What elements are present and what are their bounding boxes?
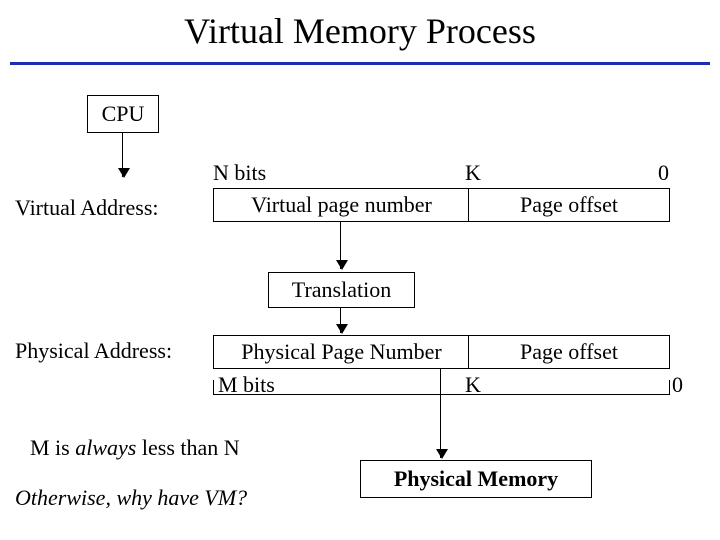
page-offset-box-top: Page offset xyxy=(468,188,670,222)
arrow-ppn-to-physmem xyxy=(440,368,441,458)
diagram-stage: Virtual Memory Process CPU Virtual Addre… xyxy=(0,0,720,540)
physical-memory-box: Physical Memory xyxy=(360,460,592,498)
physical-memory-text: Physical Memory xyxy=(394,466,558,492)
note-line-1: M is always less than N xyxy=(30,435,240,461)
vpn-box: Virtual page number xyxy=(213,188,470,222)
vpn-text: Virtual page number xyxy=(251,192,432,218)
translation-text: Translation xyxy=(292,277,391,303)
zero-bottom-label: 0 xyxy=(672,372,683,398)
cpu-box: CPU xyxy=(87,95,159,133)
note-line-2: Otherwise, why have VM? xyxy=(15,485,247,511)
page-offset-box-bottom: Page offset xyxy=(468,335,670,369)
ppn-box: Physical Page Number xyxy=(213,335,470,369)
translation-box: Translation xyxy=(268,272,415,308)
zero-top-label: 0 xyxy=(658,160,669,186)
m-bits-label: M bits xyxy=(218,372,275,398)
arrow-cpu-to-va xyxy=(122,132,123,177)
arrow-translation-to-ppn xyxy=(340,307,341,333)
virtual-address-label: Virtual Address: xyxy=(15,195,159,221)
arrow-vpn-to-translation xyxy=(340,221,341,269)
title-rule xyxy=(10,62,710,65)
n-bits-label: N bits xyxy=(213,160,266,186)
cpu-label: CPU xyxy=(102,101,145,127)
physical-address-label: Physical Address: xyxy=(15,338,172,364)
note1-part-a: M is xyxy=(30,435,75,460)
note1-part-c: less than N xyxy=(136,435,239,460)
page-offset-text-bottom: Page offset xyxy=(520,339,618,365)
ppn-text: Physical Page Number xyxy=(241,339,441,365)
page-title: Virtual Memory Process xyxy=(0,10,720,52)
k-bottom-label: K xyxy=(465,372,481,398)
page-offset-text-top: Page offset xyxy=(520,192,618,218)
note1-part-b: always xyxy=(75,435,136,460)
pa-bracket xyxy=(213,380,670,395)
k-top-label: K xyxy=(465,160,481,186)
